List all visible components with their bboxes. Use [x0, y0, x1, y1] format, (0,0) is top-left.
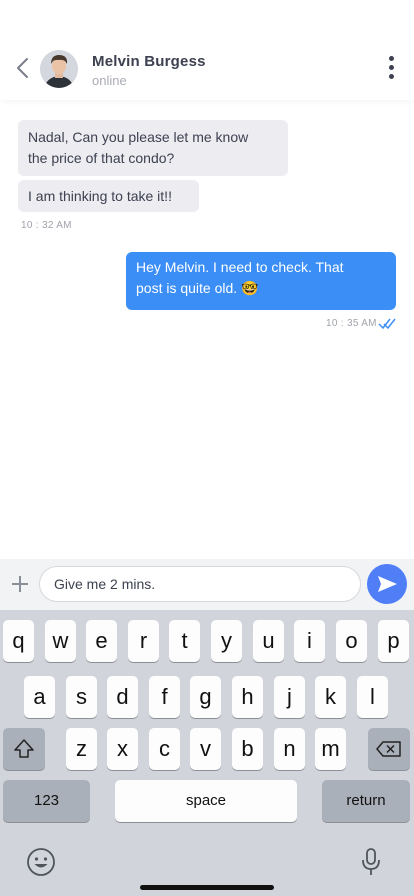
key[interactable]: n — [274, 728, 305, 770]
key[interactable]: k — [315, 676, 346, 718]
incoming-message[interactable]: Nadal, Can you please let me know the pr… — [18, 120, 288, 176]
emoji-icon[interactable] — [26, 847, 56, 877]
message-line: Nadal, Can you please let me know — [28, 129, 249, 145]
key[interactable]: s — [66, 676, 97, 718]
shift-key[interactable] — [3, 728, 45, 770]
message-line: the price of that condo? — [28, 150, 175, 166]
message-line: post is quite old. 🤓 — [136, 280, 259, 296]
avatar[interactable] — [40, 50, 78, 88]
back-chevron-icon[interactable] — [14, 56, 32, 80]
key[interactable]: y — [211, 620, 242, 662]
key[interactable]: m — [315, 728, 346, 770]
backspace-icon — [376, 741, 401, 757]
send-button[interactable] — [367, 564, 407, 604]
key[interactable]: j — [274, 676, 305, 718]
key[interactable]: f — [149, 676, 180, 718]
avatar-portrait-icon — [40, 50, 78, 88]
key[interactable]: x — [107, 728, 138, 770]
attach-plus-icon[interactable] — [10, 574, 30, 594]
numbers-key[interactable]: 123 — [3, 780, 90, 822]
key[interactable]: e — [86, 620, 117, 662]
key[interactable]: b — [232, 728, 263, 770]
home-indicator[interactable] — [140, 885, 274, 890]
space-key[interactable]: space — [115, 780, 297, 822]
send-arrow-icon — [378, 576, 397, 592]
key[interactable]: v — [190, 728, 221, 770]
key[interactable]: d — [107, 676, 138, 718]
key[interactable]: p — [378, 620, 409, 662]
key[interactable]: u — [253, 620, 284, 662]
chat-header: Melvin Burgess online — [0, 0, 414, 100]
shift-arrow-icon — [14, 739, 34, 758]
key[interactable]: c — [149, 728, 180, 770]
outgoing-message[interactable]: Hey Melvin. I need to check. That post i… — [126, 252, 396, 310]
message-line: Hey Melvin. I need to check. That — [136, 259, 344, 275]
key[interactable]: t — [169, 620, 200, 662]
contact-name[interactable]: Melvin Burgess — [92, 53, 206, 70]
return-key[interactable]: return — [322, 780, 410, 822]
key[interactable]: h — [232, 676, 263, 718]
read-receipt-icon — [378, 318, 396, 329]
key[interactable]: i — [294, 620, 325, 662]
message-timestamp: 10 : 35 AM — [326, 318, 377, 329]
incoming-message[interactable]: I am thinking to take it!! — [18, 180, 199, 212]
key[interactable]: w — [45, 620, 76, 662]
more-options-icon[interactable] — [386, 56, 396, 82]
keyboard: q w e r t y u i o p a s d f g h j k l z … — [0, 610, 414, 896]
key[interactable]: a — [24, 676, 55, 718]
key[interactable]: g — [190, 676, 221, 718]
contact-status: online — [92, 73, 127, 88]
key[interactable]: z — [66, 728, 97, 770]
message-text: I am thinking to take it!! — [28, 188, 172, 204]
key[interactable]: o — [336, 620, 367, 662]
key[interactable]: l — [357, 676, 388, 718]
backspace-key[interactable] — [368, 728, 410, 770]
key[interactable]: q — [3, 620, 34, 662]
microphone-icon[interactable] — [360, 847, 382, 877]
message-input[interactable]: Give me 2 mins. — [39, 566, 361, 602]
key[interactable]: r — [128, 620, 159, 662]
message-timestamp: 10 : 32 AM — [21, 220, 72, 231]
